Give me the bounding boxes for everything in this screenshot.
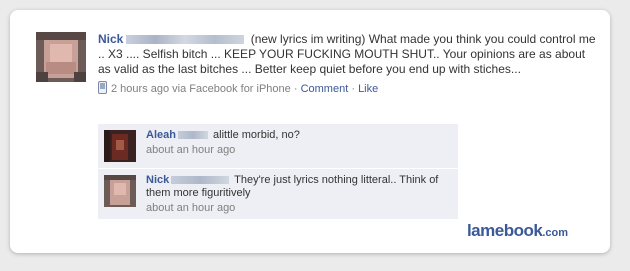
comment-time[interactable]: about an hour ago xyxy=(146,144,452,156)
author-avatar[interactable] xyxy=(36,32,86,82)
meta-separator: · xyxy=(351,83,355,95)
post-body: Nick (new lyrics im writing) What made y… xyxy=(98,32,598,97)
commenter-avatar[interactable] xyxy=(104,175,136,207)
comment-author-name[interactable]: Aleah xyxy=(146,129,176,141)
story-card: Nick (new lyrics im writing) What made y… xyxy=(10,10,610,253)
lamebook-logo: lamebook.com xyxy=(467,221,568,241)
mobile-phone-icon xyxy=(98,81,107,94)
comment-author-name[interactable]: Nick xyxy=(146,174,169,186)
blurred-surname xyxy=(126,35,245,45)
post-meta: 2 hours ago via Facebook for iPhone · Co… xyxy=(98,81,598,97)
blurred-surname xyxy=(177,131,208,140)
commenter-avatar[interactable] xyxy=(104,130,136,162)
post-time[interactable]: 2 hours ago via Facebook for iPhone xyxy=(111,83,291,95)
brand-name: lamebook xyxy=(466,221,543,240)
comment-item: Nick They're just lyrics nothing littera… xyxy=(98,169,458,220)
comment-text-block: Nick They're just lyrics nothing littera… xyxy=(146,174,452,200)
brand-suffix: .com xyxy=(542,227,568,239)
comment-link[interactable]: Comment xyxy=(301,83,349,95)
post-message: Nick (new lyrics im writing) What made y… xyxy=(98,32,598,77)
comments-list: Aleah alittle morbid, no? about an hour … xyxy=(98,124,458,220)
comment-item: Aleah alittle morbid, no? about an hour … xyxy=(98,124,458,169)
post-author-name[interactable]: Nick xyxy=(98,32,123,46)
like-link[interactable]: Like xyxy=(358,83,378,95)
comment-time[interactable]: about an hour ago xyxy=(146,202,452,214)
comment-text: alittle morbid, no? xyxy=(213,129,300,141)
meta-separator: · xyxy=(293,83,298,95)
comment-text-block: Aleah alittle morbid, no? xyxy=(146,129,452,142)
blurred-surname xyxy=(171,176,230,185)
